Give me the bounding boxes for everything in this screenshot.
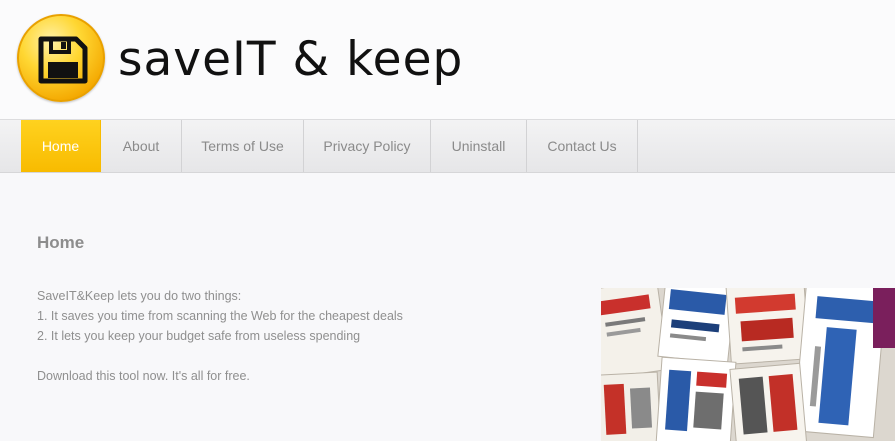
nav-uninstall[interactable]: Uninstall	[431, 120, 527, 172]
logo[interactable]	[17, 14, 105, 102]
nav-home[interactable]: Home	[21, 120, 101, 172]
nav-about[interactable]: About	[101, 120, 182, 172]
main-content: Home SaveIT&Keep lets you do two things:…	[0, 173, 895, 441]
nav-contact-us[interactable]: Contact Us	[527, 120, 638, 172]
intro-text: SaveIT&Keep lets you do two things:	[37, 289, 242, 303]
coupons-collage-graphic	[601, 288, 895, 441]
nav-privacy-policy[interactable]: Privacy Policy	[304, 120, 431, 172]
feature-item-1: 1. It saves you time from scanning the W…	[37, 309, 403, 323]
floppy-disk-icon	[38, 36, 88, 84]
feature-item-2: 2. It lets you keep your budget safe fro…	[37, 329, 361, 343]
download-call-to-action: Download this tool now. It's all for fre…	[37, 369, 250, 383]
brand-name: saveIT & keep	[118, 32, 464, 87]
site-header: saveIT & keep	[0, 0, 895, 119]
main-nav: Home About Terms of Use Privacy Policy U…	[0, 119, 895, 173]
page-title: Home	[37, 233, 85, 252]
nav-terms-of-use[interactable]: Terms of Use	[182, 120, 304, 172]
coupons-image	[601, 288, 895, 441]
